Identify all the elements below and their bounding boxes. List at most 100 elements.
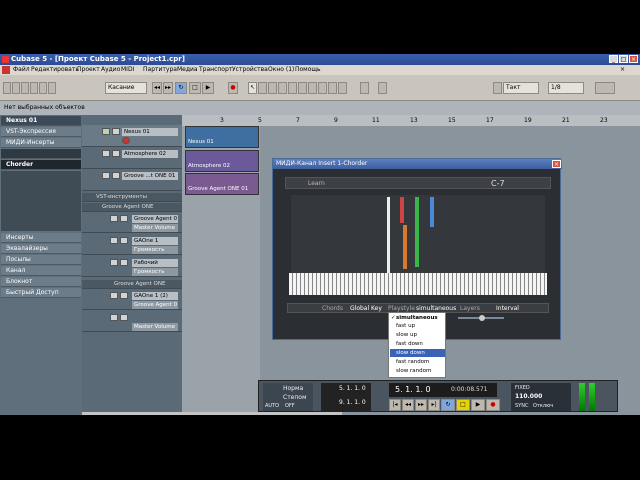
- track-row[interactable]: Nexus 01: [82, 125, 182, 147]
- maximize-button[interactable]: □: [619, 55, 628, 63]
- piano-keyboard[interactable]: [289, 273, 547, 295]
- stop-button[interactable]: □: [189, 82, 201, 94]
- menu-project[interactable]: Проект: [77, 66, 100, 73]
- automation-mode-select[interactable]: Касание: [105, 82, 147, 94]
- track-row[interactable]: GAOne 1 Громкость: [82, 235, 182, 255]
- inspector-inserts[interactable]: Инсерты: [1, 233, 81, 243]
- midi-clip[interactable]: Atmosphere 02: [185, 150, 259, 172]
- track-name[interactable]: GAOne 1 (2): [132, 292, 178, 300]
- autoscroll-button[interactable]: [360, 82, 369, 94]
- solo-button[interactable]: [112, 172, 120, 179]
- folder-name[interactable]: Groove Agent ONE: [100, 203, 178, 211]
- forward-button[interactable]: ▸▸: [163, 82, 173, 94]
- dropdown-item-simultaneous[interactable]: ✓ simultaneous: [390, 314, 445, 322]
- mute-button[interactable]: [110, 215, 118, 222]
- dropdown-item-fast-up[interactable]: fast up: [390, 322, 445, 330]
- solo-button[interactable]: [120, 314, 128, 321]
- track-row[interactable]: Atmosphere 02: [82, 147, 182, 169]
- rewind-button[interactable]: ◂◂: [152, 82, 162, 94]
- menu-file[interactable]: Файл: [13, 66, 30, 73]
- track-row[interactable]: Рабочий Громкость: [82, 257, 182, 277]
- split-tool[interactable]: [268, 82, 277, 94]
- solo-button[interactable]: [120, 292, 128, 299]
- grid-icon[interactable]: [493, 82, 502, 94]
- close-button[interactable]: ×: [629, 55, 638, 63]
- track-name[interactable]: Nexus 01: [122, 128, 178, 136]
- minimize-button[interactable]: _: [609, 55, 618, 63]
- inspector-track-name[interactable]: Nexus 01: [1, 116, 81, 126]
- solo-button[interactable]: [112, 150, 120, 157]
- solo-button[interactable]: [120, 259, 128, 266]
- cycle-button[interactable]: ↻: [175, 82, 187, 94]
- transport-play-button[interactable]: ▶: [471, 399, 485, 411]
- zoom-tool[interactable]: [298, 82, 307, 94]
- track-param[interactable]: Громкость: [132, 268, 178, 276]
- locator-display[interactable]: 5. 1. 1. 0 9. 1. 1. 0: [321, 383, 371, 411]
- quantize-select[interactable]: 1/8: [548, 82, 584, 94]
- toolbar-button-2[interactable]: [12, 82, 20, 94]
- toolbar-button-3[interactable]: [21, 82, 29, 94]
- color-select[interactable]: [595, 82, 615, 94]
- mute-button[interactable]: [110, 237, 118, 244]
- inspector-midi-inserts[interactable]: МИДИ-Инсерты: [1, 138, 81, 148]
- toolbar-button-6[interactable]: [48, 82, 56, 94]
- toolbar-button-1[interactable]: [3, 82, 11, 94]
- transport-ff-button[interactable]: ▸▸: [415, 399, 427, 411]
- glue-tool[interactable]: [278, 82, 287, 94]
- transport-stop-button[interactable]: □: [456, 399, 470, 411]
- track-row[interactable]: Groove Agent 0 Master Volume: [82, 213, 182, 233]
- track-name[interactable]: Рабочий: [132, 259, 178, 267]
- track-row[interactable]: Groove ...t ONE 01: [82, 169, 182, 191]
- track-param[interactable]: Groove Agent 0: [132, 301, 178, 309]
- menu-audio[interactable]: Аудио: [101, 66, 120, 73]
- transport-record-button[interactable]: ●: [486, 399, 500, 411]
- transport-rewind-button[interactable]: ◂◂: [402, 399, 414, 411]
- inspector-quick-controls[interactable]: Быстрый Доступ: [1, 288, 81, 298]
- track-row[interactable]: Master Volume: [82, 312, 182, 332]
- mute-button[interactable]: [110, 314, 118, 321]
- solo-button[interactable]: [120, 215, 128, 222]
- mute-button[interactable]: [102, 150, 110, 157]
- play-button[interactable]: ▶: [202, 82, 214, 94]
- inspector-sends[interactable]: Посылы: [1, 255, 81, 265]
- range-tool[interactable]: [258, 82, 267, 94]
- toolbar-button-4[interactable]: [30, 82, 38, 94]
- position-display[interactable]: 5. 1. 1. 0 0:00:08.571: [389, 383, 497, 397]
- mute-button[interactable]: [102, 128, 110, 135]
- transport-end-button[interactable]: ▸|: [428, 399, 440, 411]
- dropdown-item-fast-down[interactable]: fast down: [390, 340, 445, 348]
- menu-window[interactable]: Окно (1): [268, 66, 294, 73]
- midi-clip[interactable]: Nexus 01: [185, 126, 259, 148]
- mute-tool[interactable]: [308, 82, 317, 94]
- mute-button[interactable]: [110, 292, 118, 299]
- inspector-channel[interactable]: Канал: [1, 266, 81, 276]
- draw-tool[interactable]: [318, 82, 327, 94]
- folder-row[interactable]: Groove Agent ONE: [82, 203, 182, 212]
- inspector-eq[interactable]: Эквалайзеры: [1, 244, 81, 254]
- track-param[interactable]: Master Volume: [132, 224, 178, 232]
- chords-select[interactable]: Global Key: [350, 305, 382, 312]
- tempo-display[interactable]: FIXED 110.000 SYNC Отключ: [511, 383, 571, 411]
- record-button[interactable]: ●: [228, 82, 238, 94]
- menu-help[interactable]: Помощь: [295, 66, 321, 73]
- layers-select[interactable]: Interval: [496, 305, 519, 312]
- dropdown-item-slow-down[interactable]: slow down: [390, 349, 445, 357]
- record-enable-button[interactable]: [122, 137, 130, 144]
- folder-row[interactable]: VST-инструменты: [82, 193, 182, 202]
- menu-devices[interactable]: Устройства: [232, 66, 268, 73]
- dropdown-item-fast-random[interactable]: fast random: [390, 358, 445, 366]
- plugin-close-button[interactable]: ×: [552, 160, 561, 168]
- menu-midi[interactable]: MIDI: [121, 66, 134, 73]
- track-name[interactable]: Atmosphere 02: [122, 150, 178, 158]
- dropdown-item-slow-up[interactable]: slow up: [390, 331, 445, 339]
- track-row[interactable]: GAOne 1 (2) Groove Agent 0: [82, 290, 182, 310]
- learn-button[interactable]: Learn: [308, 180, 325, 187]
- menu-edit[interactable]: Редактировать: [31, 66, 79, 73]
- solo-button[interactable]: [112, 128, 120, 135]
- folder-name[interactable]: Groove Agent ONE: [112, 280, 178, 288]
- track-name[interactable]: Groove Agent 0: [132, 215, 178, 223]
- menu-media[interactable]: Медиа: [177, 66, 198, 73]
- track-param[interactable]: Громкость: [132, 246, 178, 254]
- playstyle-select[interactable]: simultaneous: [416, 305, 456, 312]
- folder-row[interactable]: Groove Agent ONE: [82, 280, 182, 289]
